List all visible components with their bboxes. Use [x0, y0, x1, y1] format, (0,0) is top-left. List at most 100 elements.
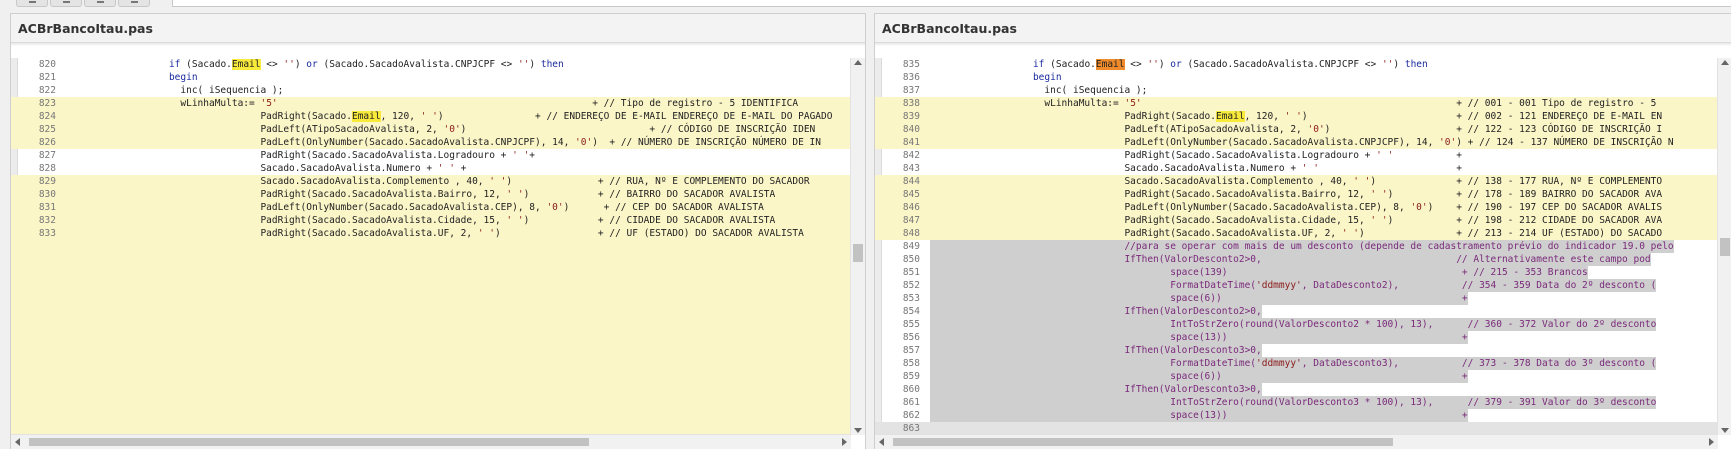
code-text: PadRight(Sacado.SacadoAvalista.UF, 2, ' … [930, 228, 1663, 239]
code-line: 845 PadRight(Sacado.SacadoAvalista.Bairr… [875, 188, 1718, 201]
right-file-title: ACBrBancoItau.pas [875, 14, 1731, 46]
horizontal-scrollbar[interactable] [875, 434, 1718, 449]
line-number: 850 [902, 254, 920, 265]
line-number: 820 [38, 59, 56, 70]
code-line: 820 if (Sacado.Email <> '') or (Sacado.S… [11, 58, 851, 71]
code-line: 841 PadLeft(OnlyNumber(Sacado.SacadoAval… [875, 136, 1718, 149]
button-icon[interactable] [50, 0, 82, 7]
code-text: begin [168, 72, 198, 83]
line-number: 829 [38, 176, 56, 187]
line-number: 824 [38, 111, 56, 122]
code-line: 831 PadLeft(OnlyNumber(Sacado.SacadoAval… [11, 201, 851, 214]
vertical-scrollbar[interactable] [1717, 58, 1731, 435]
code-line: 836 begin [875, 71, 1718, 84]
line-number: 858 [902, 358, 920, 369]
scroll-left-icon[interactable] [15, 438, 20, 446]
code-text: space(13)) + [930, 409, 1468, 422]
code-text: space(6)) + [930, 370, 1468, 383]
code-text: PadRight(Sacado.SacadoAvalista.Bairro, 1… [930, 189, 1663, 200]
code-text: PadRight(Sacado.Email, 120, ' ') + // EN… [66, 111, 833, 122]
scroll-up-icon[interactable] [854, 60, 862, 65]
code-line [11, 344, 851, 357]
code-line [11, 279, 851, 292]
line-number: 841 [902, 137, 920, 148]
line-number: 822 [38, 85, 56, 96]
line-number: 842 [902, 150, 920, 161]
scroll-thumb[interactable] [1720, 237, 1730, 256]
code-line: 846 PadLeft(OnlyNumber(Sacado.SacadoAval… [875, 201, 1718, 214]
code-line [11, 370, 851, 383]
code-line [11, 357, 851, 370]
code-line: 833 PadRight(Sacado.SacadoAvalista.UF, 2… [11, 227, 851, 240]
line-number: 845 [902, 189, 920, 200]
button-icon[interactable] [118, 0, 150, 7]
code-line: 825 PadLeft(ATipoSacadoAvalista, 2, '0')… [11, 123, 851, 136]
code-line [11, 292, 851, 305]
code-text: space(13)) + [930, 331, 1468, 344]
line-number: 835 [902, 59, 920, 70]
code-line: 853 space(6)) + [875, 292, 1718, 305]
code-text: PadRight(Sacado.SacadoAvalista.Logradour… [930, 150, 1462, 161]
toolbar [0, 0, 1731, 8]
code-text: PadLeft(OnlyNumber(Sacado.SacadoAvalista… [66, 202, 764, 213]
button-icon[interactable] [84, 0, 116, 7]
code-line: 862 space(13)) + [875, 409, 1718, 422]
code-line [11, 266, 851, 279]
line-number: 849 [902, 241, 920, 252]
code-text: IfThen(ValorDesconto3>0, [930, 344, 1262, 357]
line-number: 821 [38, 72, 56, 83]
scroll-up-icon[interactable] [1721, 60, 1729, 65]
scroll-left-icon[interactable] [879, 438, 884, 446]
line-number: 832 [38, 215, 56, 226]
code-line: 854 IfThen(ValorDesconto2>0, [875, 305, 1718, 318]
code-text: PadRight(Sacado.Email, 120, ' ') + // 00… [930, 111, 1663, 122]
code-text: IfThen(ValorDesconto3>0, [930, 383, 1262, 396]
code-line: 857 IfThen(ValorDesconto3>0, [875, 344, 1718, 357]
code-text: Sacado.SacadoAvalista.Numero + ' ' + [66, 163, 467, 174]
button-icon[interactable] [16, 0, 48, 7]
code-line: 851 space(139) + // 215 - 353 Brancos [875, 266, 1718, 279]
line-number: 839 [902, 111, 920, 122]
code-line: 847 PadRight(Sacado.SacadoAvalista.Cidad… [875, 214, 1718, 227]
code-line: 829 Sacado.SacadoAvalista.Complemento , … [11, 175, 851, 188]
code-text: IfThen(ValorDesconto2>0, [930, 305, 1262, 318]
code-text: PadLeft(ATipoSacadoAvalista, 2, '0') + /… [66, 124, 816, 135]
line-number: 831 [38, 202, 56, 213]
code-lines[interactable]: 835 if (Sacado.Email <> '') or (Sacado.S… [875, 58, 1731, 435]
horizontal-scrollbar[interactable] [11, 434, 851, 449]
code-text: Sacado.SacadoAvalista.Complemento , 40, … [930, 176, 1663, 187]
code-text: FormatDateTime('ddmmyy', DataDesconto3),… [930, 357, 1657, 370]
code-line: 855 IntToStrZero(round(ValorDesconto2 * … [875, 318, 1718, 331]
scroll-down-icon[interactable] [1721, 428, 1729, 433]
code-text: PadRight(Sacado.SacadoAvalista.UF, 2, ' … [66, 228, 804, 239]
code-line [11, 331, 851, 344]
line-number: 833 [38, 228, 56, 239]
line-number: 852 [902, 280, 920, 291]
search-input[interactable] [172, 0, 1731, 7]
code-text: if (Sacado.Email <> '') or (Sacado.Sacad… [1032, 59, 1428, 70]
scroll-thumb[interactable] [29, 438, 589, 446]
code-line: 858 FormatDateTime('ddmmyy', DataDescont… [875, 357, 1718, 370]
scroll-thumb[interactable] [893, 438, 1393, 446]
code-text: Sacado.SacadoAvalista.Complemento , 40, … [66, 176, 810, 187]
code-text: Sacado.SacadoAvalista.Numero + ' ' + [930, 163, 1462, 174]
code-line [11, 383, 851, 396]
scroll-down-icon[interactable] [854, 428, 862, 433]
code-lines[interactable]: 820 if (Sacado.Email <> '') or (Sacado.S… [11, 58, 865, 435]
code-line: 826 PadLeft(OnlyNumber(Sacado.SacadoAval… [11, 136, 851, 149]
line-number: 837 [902, 85, 920, 96]
line-number: 830 [38, 189, 56, 200]
scroll-right-icon[interactable] [1709, 438, 1714, 446]
code-line [11, 253, 851, 266]
code-line: 832 PadRight(Sacado.SacadoAvalista.Cidad… [11, 214, 851, 227]
scroll-right-icon[interactable] [842, 438, 847, 446]
line-number: 859 [902, 371, 920, 382]
code-text: PadRight(Sacado.SacadoAvalista.Bairro, 1… [66, 189, 776, 200]
line-number: 861 [902, 397, 920, 408]
code-line [11, 240, 851, 253]
code-line: 844 Sacado.SacadoAvalista.Complemento , … [875, 175, 1718, 188]
code-line: 856 space(13)) + [875, 331, 1718, 344]
scroll-thumb[interactable] [853, 244, 863, 263]
code-text: PadRight(Sacado.SacadoAvalista.Logradour… [66, 150, 536, 161]
vertical-scrollbar[interactable] [850, 58, 865, 435]
